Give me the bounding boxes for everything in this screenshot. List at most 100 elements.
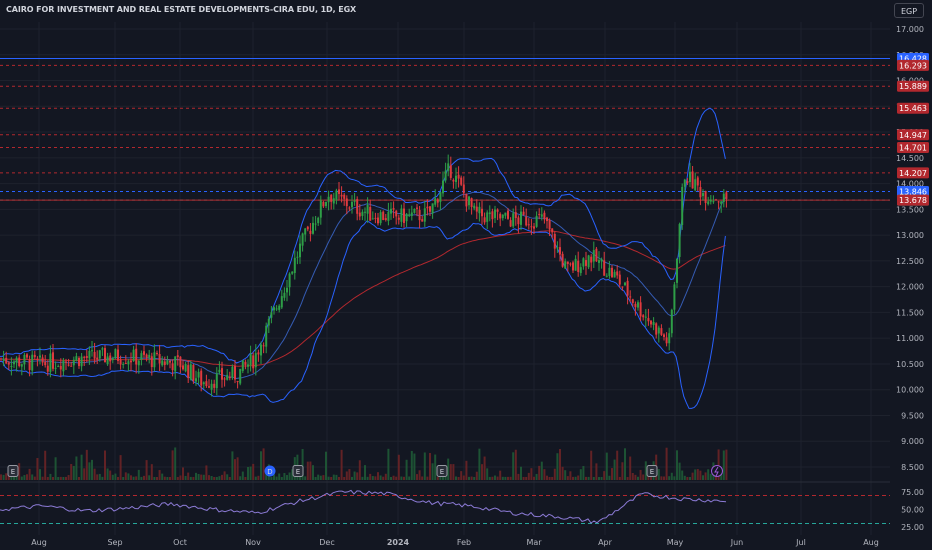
volume-bar <box>218 476 221 480</box>
candle-body <box>400 208 403 222</box>
volume-bar <box>306 461 309 480</box>
candle-body <box>340 194 343 197</box>
candle-body <box>618 274 621 285</box>
candle-body <box>722 193 725 202</box>
volume-bar <box>67 475 70 480</box>
candle-body <box>509 220 512 227</box>
volume-bar <box>213 476 216 480</box>
candle-body <box>200 370 203 386</box>
volume-bar <box>85 449 88 480</box>
candle-body <box>574 258 577 271</box>
candle-body <box>377 217 379 224</box>
candle-body <box>371 218 374 220</box>
volume-bar <box>195 472 197 480</box>
price-tick-label: 17.000 <box>896 25 924 34</box>
volume-bar <box>260 451 262 480</box>
candle-body <box>457 174 460 179</box>
volume-bar <box>356 472 359 480</box>
candle-body <box>176 355 179 358</box>
candle-body <box>221 368 223 380</box>
volume-bar <box>465 460 468 480</box>
candle-body <box>309 230 312 234</box>
volume-bar <box>262 448 265 480</box>
candle-body <box>78 357 80 367</box>
volume-bar <box>366 476 369 480</box>
candle-body <box>135 348 138 365</box>
candle-body <box>556 247 559 249</box>
volume-bar <box>304 476 307 480</box>
volume-bar <box>416 474 418 480</box>
candle-body <box>720 201 723 204</box>
volume-bar <box>533 476 535 480</box>
bollinger-bands <box>0 107 726 409</box>
volume-bar <box>650 476 652 480</box>
candle-body <box>23 354 26 365</box>
candle-body <box>579 267 582 274</box>
candle-body <box>600 259 603 262</box>
volume-bar <box>423 452 426 480</box>
time-tick-label: Nov <box>245 538 261 547</box>
candle-body <box>707 201 710 205</box>
volume-bars <box>0 447 728 480</box>
price-tick-label: 14.500 <box>896 154 924 163</box>
candle-body <box>543 212 546 220</box>
volume-bar <box>23 475 26 480</box>
candle-body <box>382 211 385 220</box>
candle-body <box>49 353 52 372</box>
candle-body <box>93 351 96 359</box>
volume-bar <box>514 449 517 480</box>
volume-bar <box>236 457 239 480</box>
volume-bar <box>288 472 291 480</box>
candle-body <box>286 287 288 293</box>
volume-bar <box>75 456 78 480</box>
candle-body <box>83 356 86 358</box>
volume-bar <box>169 476 171 480</box>
volume-bar <box>104 450 106 480</box>
chart-canvas: 17.00016.50016.00015.50015.00014.50014.0… <box>0 22 929 547</box>
candle-body <box>70 365 73 367</box>
volume-bar <box>252 463 255 480</box>
price-badge-label: 15.889 <box>899 82 927 91</box>
candle-body <box>239 368 242 384</box>
candle-body <box>678 224 681 257</box>
time-tick-label: 2024 <box>387 538 410 547</box>
volume-bar <box>249 466 252 480</box>
candle-body <box>26 354 28 358</box>
volume-bar <box>351 476 353 480</box>
candle-body <box>689 171 691 183</box>
candle-body <box>569 263 572 265</box>
candle-body <box>111 358 114 361</box>
candle-body <box>546 217 548 222</box>
grid <box>0 22 890 535</box>
volume-bar <box>639 469 642 480</box>
volume-bar <box>41 476 44 480</box>
candle-body <box>650 320 652 325</box>
candle-body <box>364 211 366 213</box>
volume-bar <box>501 476 504 480</box>
volume-bar <box>725 449 728 480</box>
time-tick-label: Aug <box>31 538 47 547</box>
volume-bar <box>678 462 681 480</box>
candle-body <box>525 216 528 226</box>
volume-bar <box>182 467 184 480</box>
volume-bar <box>228 477 231 480</box>
candle-body <box>553 233 556 249</box>
rsi-tick-label: 75.00 <box>901 488 924 497</box>
candle-body <box>397 217 400 220</box>
price-tick-label: 10.500 <box>896 360 924 369</box>
volume-bar <box>322 475 325 480</box>
candle-body <box>725 192 728 199</box>
volume-bar <box>431 463 434 480</box>
volume-bar <box>80 454 83 480</box>
volume-bar <box>418 470 421 480</box>
volume-bar <box>2 474 5 480</box>
volume-bar <box>192 476 195 480</box>
volume-bar <box>327 476 330 480</box>
candle-body <box>455 175 457 183</box>
volume-bar <box>631 472 634 480</box>
volume-bar <box>148 475 151 480</box>
volume-bar <box>478 448 481 480</box>
price-tick-label: 10.000 <box>896 386 924 395</box>
rsi-tick-label: 50.00 <box>901 506 924 515</box>
volume-bar <box>119 455 122 480</box>
